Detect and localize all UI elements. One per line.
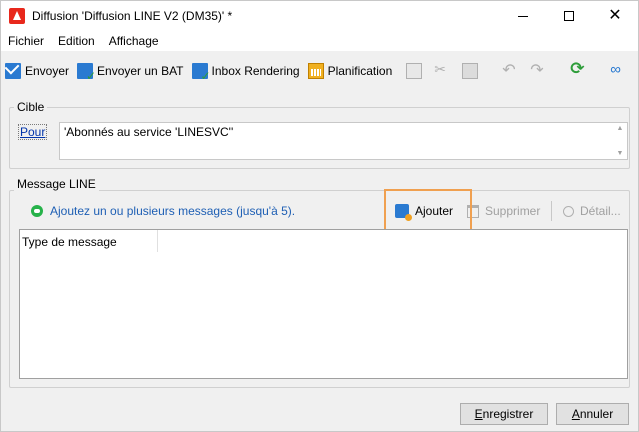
target-field[interactable]: 'Abonnés au service 'LINESVC'' ▲ ▼ xyxy=(59,122,628,160)
annuler-mnemonic: A xyxy=(571,407,580,421)
menu-edition[interactable]: Edition xyxy=(58,34,95,48)
close-icon: ✕ xyxy=(608,7,622,24)
enregistrer-button[interactable]: Enregistrer xyxy=(460,403,548,425)
target-value: 'Abonnés au service 'LINESVC'' xyxy=(64,125,234,139)
action-bar-separator xyxy=(551,201,552,221)
envoyer-bat-button[interactable]: Envoyer un BAT xyxy=(77,59,184,83)
enregistrer-mnemonic: E xyxy=(474,407,483,421)
ajouter-button[interactable]: Ajouter xyxy=(395,198,453,224)
line-icon xyxy=(31,205,43,217)
enregistrer-label: nregistrer xyxy=(482,407,534,421)
column-header-type[interactable]: Type de message xyxy=(20,230,158,252)
pour-link[interactable]: Pour xyxy=(18,124,48,140)
proof-icon xyxy=(77,63,96,83)
maximize-button[interactable] xyxy=(546,1,592,31)
minimize-icon xyxy=(518,15,528,17)
menu-affichage[interactable]: Affichage xyxy=(109,34,159,48)
menu-fichier[interactable]: Fichier xyxy=(8,34,44,48)
scroll-up-icon: ▲ xyxy=(616,125,624,132)
envoyer-label: Envoyer xyxy=(25,64,70,78)
annuler-label: nnuler xyxy=(579,407,614,421)
minimize-button[interactable] xyxy=(500,1,546,31)
add-message-icon xyxy=(395,204,412,221)
hint-text: Ajoutez un ou plusieurs messages (jusqu'… xyxy=(50,204,296,218)
inbox-rendering-button[interactable]: Inbox Rendering xyxy=(191,59,300,83)
scroll-down-icon: ▼ xyxy=(616,150,624,157)
close-button[interactable]: ✕ xyxy=(592,1,638,31)
envoyer-bat-label: Envoyer un BAT xyxy=(97,64,184,78)
ajouter-label: Ajouter xyxy=(415,204,454,218)
annuler-button[interactable]: Annuler xyxy=(556,403,629,425)
message-line-legend: Message LINE xyxy=(14,177,99,191)
calendar-icon xyxy=(307,63,324,79)
app-logo-icon xyxy=(9,8,25,24)
supprimer-button[interactable]: Supprimer xyxy=(467,198,540,224)
detail-button[interactable]: Détail... xyxy=(563,198,621,224)
toolbar: Envoyer Envoyer un BAT Inbox Rendering P… xyxy=(1,57,638,85)
link-icon[interactable] xyxy=(610,61,626,79)
planification-button[interactable]: Planification xyxy=(307,59,393,83)
envelope-icon xyxy=(5,63,21,79)
paste-icon[interactable] xyxy=(462,63,479,79)
menu-bar: Fichier Edition Affichage xyxy=(1,31,638,51)
inbox-rendering-icon xyxy=(191,63,211,83)
supprimer-label: Supprimer xyxy=(485,204,541,218)
undo-icon[interactable] xyxy=(502,60,518,80)
cible-legend: Cible xyxy=(14,100,48,114)
dialog-window: Diffusion 'Diffusion LINE V2 (DM35)' * ✕… xyxy=(0,0,639,432)
trash-icon xyxy=(467,204,479,218)
envoyer-button[interactable]: Envoyer xyxy=(5,59,69,83)
planification-label: Planification xyxy=(327,64,393,78)
inbox-rendering-label: Inbox Rendering xyxy=(211,64,300,78)
message-table[interactable]: Type de message xyxy=(19,229,628,379)
copy-icon[interactable] xyxy=(406,63,423,79)
target-scrollbar[interactable]: ▲ ▼ xyxy=(613,123,627,159)
cut-icon[interactable] xyxy=(434,61,450,79)
search-icon xyxy=(563,205,574,217)
refresh-icon[interactable] xyxy=(570,59,586,79)
detail-label: Détail... xyxy=(580,204,621,218)
redo-icon[interactable] xyxy=(530,60,546,80)
maximize-icon xyxy=(564,11,574,21)
window-title: Diffusion 'Diffusion LINE V2 (DM35)' * xyxy=(32,9,233,23)
title-bar: Diffusion 'Diffusion LINE V2 (DM35)' * ✕ xyxy=(1,1,638,31)
